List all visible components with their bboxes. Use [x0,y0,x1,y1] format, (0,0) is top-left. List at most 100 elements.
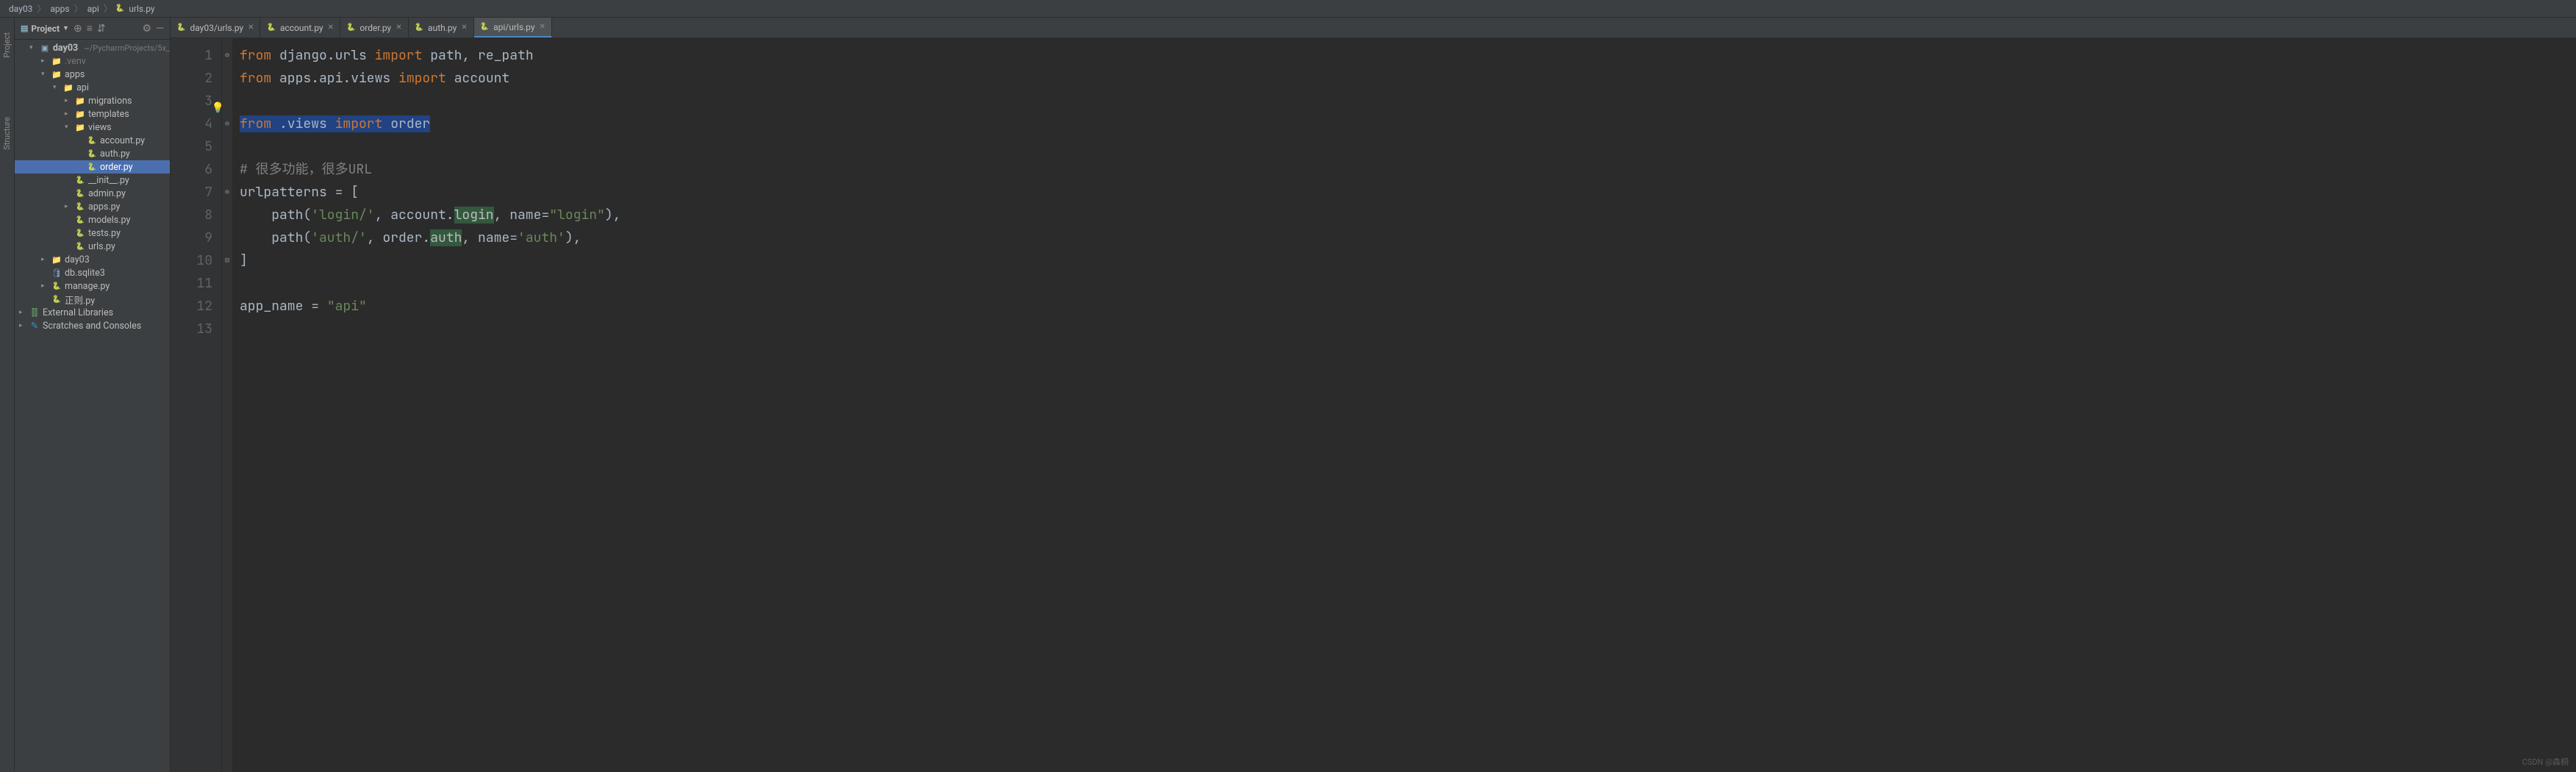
target-icon[interactable]: ⊕ [74,23,82,35]
fold-toggle-icon[interactable]: ⊖ [225,112,229,135]
tree-item[interactable]: 🐍auth.py [15,147,170,160]
tree-item[interactable]: ▸🐍apps.py [15,200,170,213]
fold-toggle-icon[interactable]: ⊖ [225,44,229,67]
line-number[interactable]: 3 [171,90,212,112]
expand-all-icon[interactable]: ≡ [87,22,93,35]
structure-tool-tab[interactable]: Structure [2,117,12,150]
breadcrumb-item[interactable]: day03 [7,4,34,14]
python-file-icon: 🐍 [176,24,185,32]
close-icon[interactable]: ✕ [248,24,254,32]
tree-item[interactable]: 🐍__init__.py [15,174,170,187]
tree-item[interactable]: 🐍urls.py [15,240,170,253]
python-file-icon: 🐍 [75,216,85,224]
chevron-right-icon[interactable]: ▸ [19,309,26,316]
folder-icon: 📁 [51,255,62,265]
editor-tab[interactable]: 🐍api/urls.py✕ [474,18,552,37]
tree-item[interactable]: 🛢db.sqlite3 [15,266,170,279]
close-icon[interactable]: ✕ [461,24,467,32]
chevron-right-icon[interactable]: ▸ [65,97,72,104]
tree-label: views [88,122,112,133]
line-number[interactable]: 13 [171,318,212,340]
editor-body[interactable]: 💡 12345678910111213 ⊖⊖⊖⊟ from django.url… [171,38,2576,772]
line-number[interactable]: 2 [171,67,212,90]
tree-item[interactable]: 🐍account.py [15,134,170,147]
chevron-right-icon[interactable]: ▸ [41,57,49,65]
chevron-right-icon[interactable]: ▸ [41,282,49,290]
tree-label: .venv [65,56,86,67]
editor-tab[interactable]: 🐍order.py✕ [340,18,409,37]
tree-item[interactable]: 🐍order.py [15,160,170,174]
tree-label: admin.py [88,188,126,199]
scratches-consoles[interactable]: ▸ ✎ Scratches and Consoles [15,319,170,332]
tree-item[interactable]: ▾📁apps [15,68,170,81]
close-icon[interactable]: ✕ [396,24,401,32]
editor-gutter[interactable]: 💡 12345678910111213 [171,38,222,772]
collapse-all-icon[interactable]: ⇵ [97,23,106,35]
chevron-down-icon[interactable]: ▾ [65,124,72,131]
line-number[interactable]: 9 [171,226,212,249]
editor-tab[interactable]: 🐍auth.py✕ [409,18,474,37]
breadcrumb-item[interactable]: urls.py [127,4,156,14]
folder-icon: 📁 [75,96,85,106]
project-icon: ▣ [40,43,50,53]
code-content[interactable]: from django.urls import path, re_path fr… [232,38,2576,772]
fold-column[interactable]: ⊖ ⊖ ⊖ ⊟ [222,38,232,772]
python-file-icon: 🐍 [75,203,85,211]
chevron-right-icon[interactable]: ▸ [65,203,72,210]
editor-tab[interactable]: 🐍account.py✕ [260,18,340,37]
line-number[interactable]: 12 [171,295,212,318]
breadcrumb-item[interactable]: apps [49,4,71,14]
line-number[interactable]: 8 [171,204,212,226]
chevron-right-icon[interactable]: ▸ [19,322,26,329]
project-tool-tab[interactable]: Project [2,32,12,58]
tree-item[interactable]: ▸📁migrations [15,94,170,107]
tab-label: order.py [359,23,391,33]
lightbulb-icon[interactable]: 💡 [212,97,224,120]
fold-toggle-icon[interactable]: ⊟ [225,249,229,272]
chevron-right-icon[interactable]: ▸ [41,256,49,263]
tree-root[interactable]: ▾ ▣ day03 ~/PycharmProjects/5x_ [15,41,170,54]
tree-item[interactable]: ▾📁api [15,81,170,94]
gear-icon[interactable]: ⚙ [143,23,152,35]
line-number[interactable]: 7 [171,181,212,204]
chevron-right-icon: 〉 [101,2,115,15]
dropdown-icon[interactable]: ▼ [62,24,69,32]
hide-icon[interactable]: — [156,23,164,35]
tree-item[interactable]: 🐍admin.py [15,187,170,200]
tree-label: day03 [65,254,90,265]
project-tree[interactable]: ▾ ▣ day03 ~/PycharmProjects/5x_ ▸📁.venv▾… [15,40,170,772]
python-file-icon: 🐍 [266,24,275,32]
line-number[interactable]: 11 [171,272,212,295]
python-file-icon: 🐍 [75,190,85,198]
line-number[interactable]: 10 [171,249,212,272]
python-file-icon: 🐍 [75,229,85,237]
line-number[interactable]: 1 [171,44,212,67]
fold-toggle-icon[interactable]: ⊖ [225,181,229,204]
folder-icon: 📁 [63,83,74,93]
tree-item[interactable]: 🐍models.py [15,213,170,226]
close-icon[interactable]: ✕ [328,24,334,32]
project-panel-title[interactable]: Project [31,24,60,34]
tree-item[interactable]: ▾📁views [15,121,170,134]
external-libraries[interactable]: ▸ ⫿⫿ External Libraries [15,306,170,319]
tree-item[interactable]: ▸📁day03 [15,253,170,266]
editor-tab[interactable]: 🐍day03/urls.py✕ [171,18,260,37]
breadcrumb-item[interactable]: api [86,4,101,14]
line-number[interactable]: 6 [171,158,212,181]
tree-item[interactable]: ▸📁templates [15,107,170,121]
tree-label: migrations [88,96,132,107]
close-icon[interactable]: ✕ [540,23,545,31]
tree-item[interactable]: 🐍tests.py [15,226,170,240]
watermark: CSDN @森桐 [2522,756,2569,768]
tree-item[interactable]: 🐍正则.py [15,293,170,306]
line-number[interactable]: 4 [171,112,212,135]
line-number[interactable]: 5 [171,135,212,158]
chevron-right-icon[interactable]: ▸ [65,110,72,118]
chevron-down-icon[interactable]: ▾ [53,84,60,91]
chevron-down-icon[interactable]: ▾ [29,44,37,51]
tree-item[interactable]: ▸🐍manage.py [15,279,170,293]
project-panel: ▤ Project ▼ ⊕ ≡ ⇵ ⚙ — ▾ ▣ day03 ~/Pychar… [15,18,171,772]
tree-item[interactable]: ▸📁.venv [15,54,170,68]
chevron-down-icon[interactable]: ▾ [41,71,49,78]
libraries-icon: ⫿⫿ [29,307,40,318]
